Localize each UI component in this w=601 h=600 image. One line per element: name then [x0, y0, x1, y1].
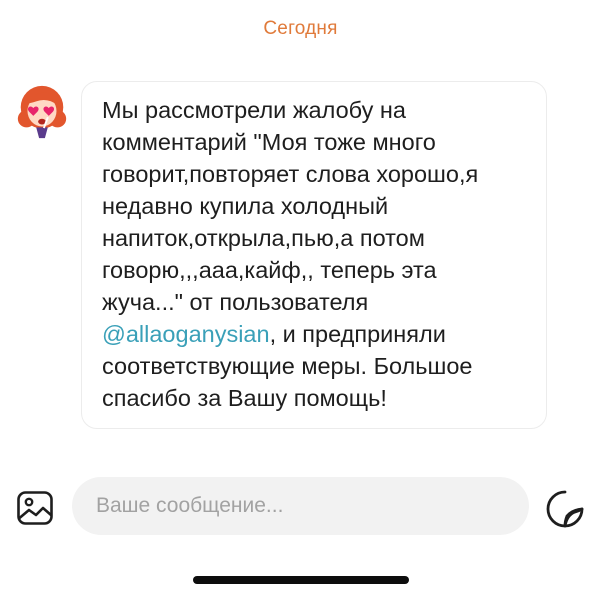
- home-indicator[interactable]: [193, 576, 409, 584]
- user-mention-link[interactable]: @allaoganysian: [102, 321, 270, 347]
- heart-eyes-girl-avatar-icon[interactable]: [13, 82, 71, 140]
- date-separator: Сегодня: [263, 18, 338, 39]
- incoming-message-bubble: Мы рассмотрели жалобу на комментарий "Мо…: [81, 81, 547, 429]
- image-icon[interactable]: [16, 489, 54, 527]
- message-input[interactable]: [72, 477, 529, 535]
- chat-screen: Сегодня Мы рассмотрели жалобу на коммент…: [0, 0, 601, 600]
- message-text: Мы рассмотрели жалобу на комментарий "Мо…: [102, 94, 528, 414]
- message-text-part: Мы рассмотрели жалобу на комментарий "Мо…: [102, 97, 479, 315]
- sticker-icon[interactable]: [545, 489, 585, 529]
- message-composer: [0, 470, 601, 542]
